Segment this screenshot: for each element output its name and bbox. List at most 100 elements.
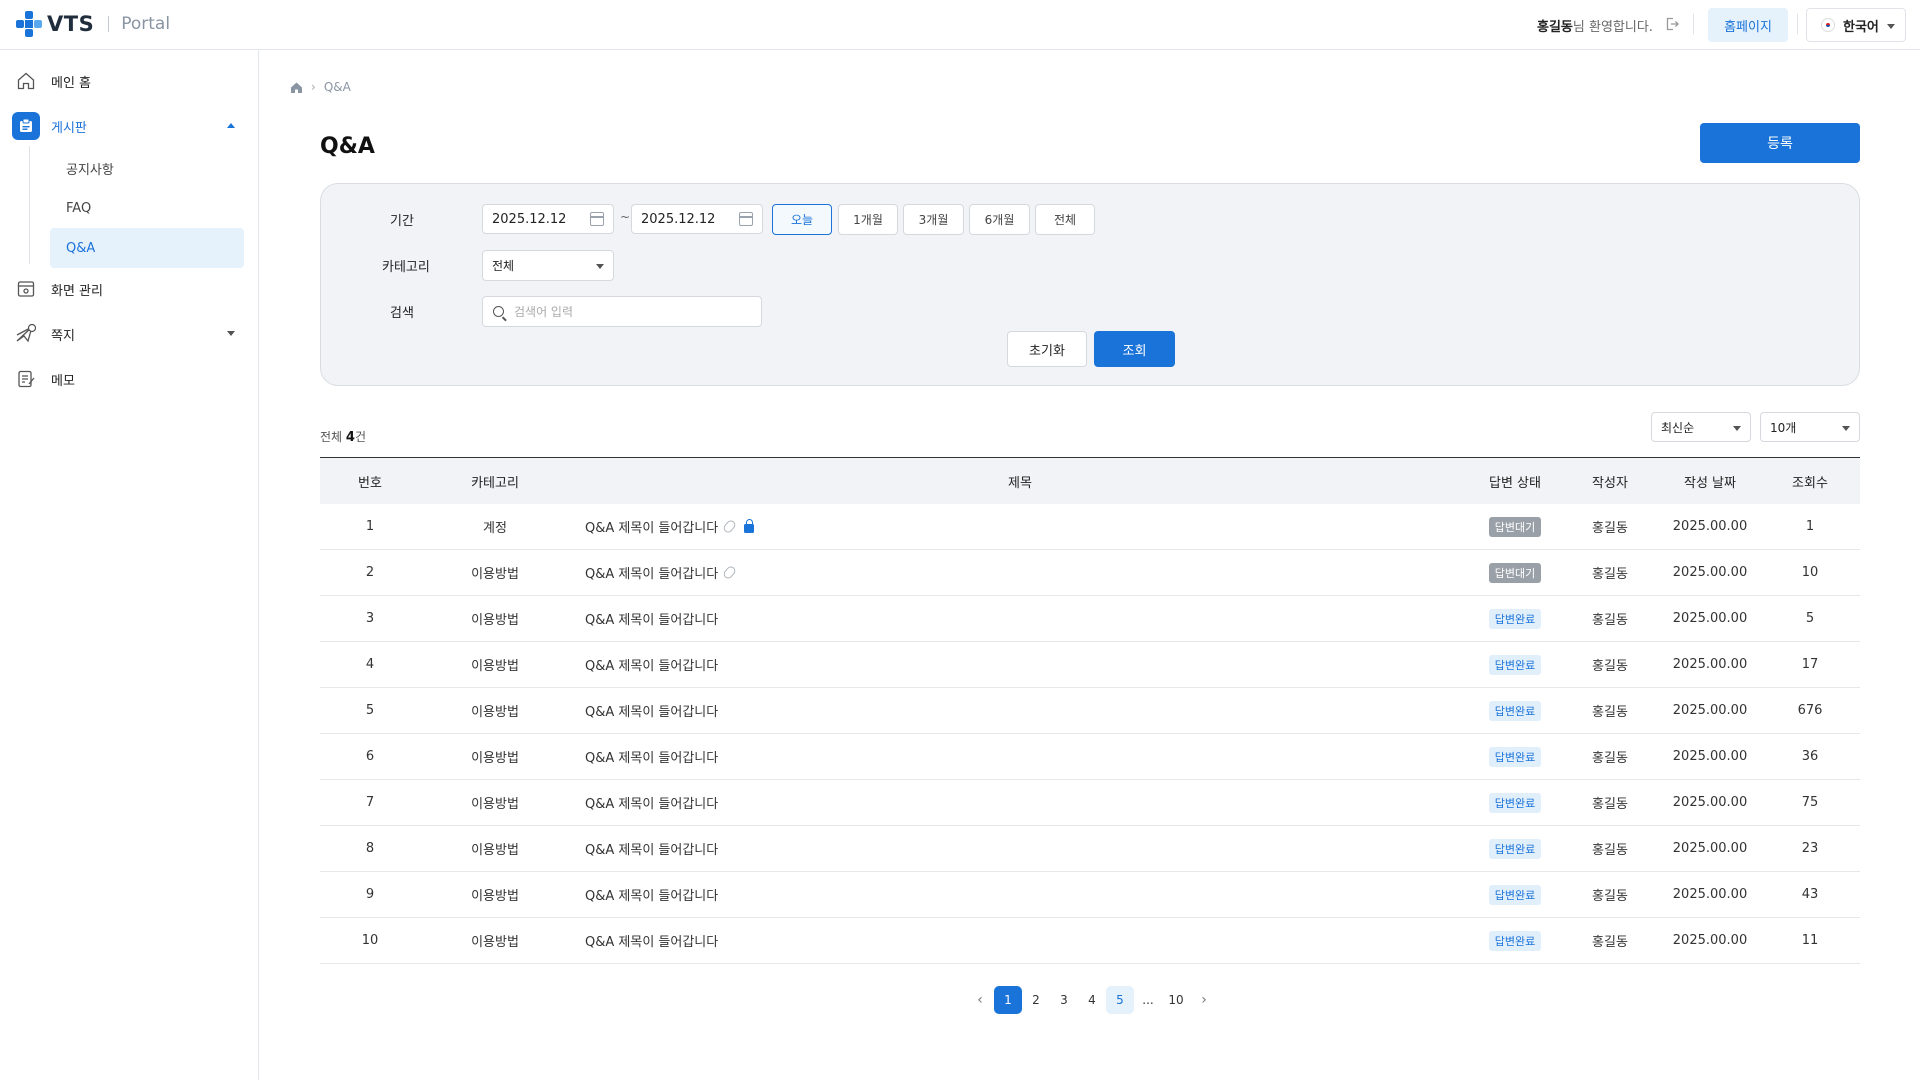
welcome-suffix: 님 환영합니다. [1572,20,1653,35]
query-button[interactable]: 조회 [1094,331,1175,367]
cell-title[interactable]: Q&A 제목이 들어갑니다 [570,609,1470,628]
period-today-button[interactable]: 오늘 [772,204,832,235]
sidebar-subitem-notice[interactable]: 공지사항 [50,148,244,188]
reset-button[interactable]: 초기화 [1007,331,1087,367]
page-number-button[interactable]: 5 [1106,986,1134,1014]
qna-table: 번호 카테고리 제목 답변 상태 작성자 작성 날짜 조회수 1 계정 Q&A 제목… [320,457,1860,964]
header-divider [1693,14,1694,34]
title-text[interactable]: Q&A 제목이 들어갑니다 [585,609,718,628]
chevron-down-icon[interactable] [227,331,235,336]
page-number-button[interactable]: 1 [994,986,1022,1014]
cell-views: 5 [1805,611,1815,626]
chevron-up-icon[interactable] [227,123,235,128]
table-body: 1 계정 Q&A 제목이 들어갑니다 답변대기 홍길동 2025.00.00 1 2 이용방법 Q… [320,504,1860,964]
table-row[interactable]: 6 이용방법 Q&A 제목이 들어갑니다 답변완료 홍길동 2025.00.00 36 [320,734,1860,780]
cell-writer: 홍길동 [1592,889,1628,904]
cell-category: 이용방법 [471,797,519,812]
prev-page-button[interactable]: ‹ [966,986,994,1014]
calendar-icon[interactable] [590,212,604,226]
homepage-button[interactable]: 홈페이지 [1708,8,1788,42]
logo-icon [16,11,42,37]
cell-writer: 홍길동 [1592,659,1628,674]
table-row[interactable]: 8 이용방법 Q&A 제목이 들어갑니다 답변완료 홍길동 2025.00.00 23 [320,826,1860,872]
language-select[interactable]: 한국어 [1806,8,1906,42]
table-row[interactable]: 3 이용방법 Q&A 제목이 들어갑니다 답변완료 홍길동 2025.00.00 5 [320,596,1860,642]
table-row[interactable]: 4 이용방법 Q&A 제목이 들어갑니다 답변완료 홍길동 2025.00.00 17 [320,642,1860,688]
status-badge: 답변완료 [1488,792,1542,813]
column-header-date: 작성 날짜 [1684,475,1736,491]
cell-title[interactable]: Q&A 제목이 들어갑니다 [570,517,1470,536]
table-row[interactable]: 10 이용방법 Q&A 제목이 들어갑니다 답변완료 홍길동 2025.00.00 11 [320,918,1860,964]
sidebar-subitem-faq[interactable]: FAQ [50,188,244,228]
date-to-input[interactable]: 2025.12.12 [631,204,763,234]
cell-views: 17 [1801,657,1819,672]
cell-views: 676 [1797,703,1823,718]
search-input[interactable]: 검색어 입력 [482,296,762,327]
sidebar-item-label: 메모 [51,373,75,389]
title-text[interactable]: Q&A 제목이 들어갑니다 [585,839,718,858]
attachment-icon [722,518,738,535]
page-number-button[interactable]: 3 [1050,986,1078,1014]
page-number-button[interactable]: 4 [1078,986,1106,1014]
table-row[interactable]: 9 이용방법 Q&A 제목이 들어갑니다 답변완료 홍길동 2025.00.00 43 [320,872,1860,918]
page-number-button[interactable]: 2 [1022,986,1050,1014]
title-text[interactable]: Q&A 제목이 들어갑니다 [585,563,718,582]
home-icon[interactable] [290,81,303,94]
cell-no: 8 [365,841,375,856]
cell-date: 2025.00.00 [1672,703,1748,718]
cell-title[interactable]: Q&A 제목이 들어갑니다 [570,701,1470,720]
title-text[interactable]: Q&A 제목이 들어갑니다 [585,701,718,720]
title-text[interactable]: Q&A 제목이 들어갑니다 [585,793,718,812]
sort-select[interactable]: 최신순 [1651,412,1751,442]
cell-title[interactable]: Q&A 제목이 들어갑니다 [570,747,1470,766]
logo[interactable]: VTS Portal [15,10,170,38]
category-select[interactable]: 전체 [482,250,614,281]
period-all-button[interactable]: 전체 [1035,204,1095,235]
cell-title[interactable]: Q&A 제목이 들어갑니다 [570,655,1470,674]
table-row[interactable]: 5 이용방법 Q&A 제목이 들어갑니다 답변완료 홍길동 2025.00.00 676 [320,688,1860,734]
period-6month-button[interactable]: 6개월 [969,204,1030,235]
cell-category: 이용방법 [471,613,519,628]
period-3month-button[interactable]: 3개월 [903,204,964,235]
calendar-icon[interactable] [739,212,753,226]
status-badge: 답변완료 [1488,746,1542,767]
cell-no: 3 [365,611,375,626]
table-row[interactable]: 7 이용방법 Q&A 제목이 들어갑니다 답변완료 홍길동 2025.00.00 75 [320,780,1860,826]
page-size-value: 10개 [1770,420,1797,435]
title-text[interactable]: Q&A 제목이 들어갑니다 [585,517,718,536]
sidebar-item-memo[interactable]: 메모 [15,363,245,395]
category-label: 카테고리 [382,260,430,275]
period-1month-button[interactable]: 1개월 [838,204,898,235]
cell-no: 7 [365,795,375,810]
cell-title[interactable]: Q&A 제목이 들어갑니다 [570,563,1470,582]
title-text[interactable]: Q&A 제목이 들어갑니다 [585,931,718,950]
title-text[interactable]: Q&A 제목이 들어갑니다 [585,885,718,904]
title-text[interactable]: Q&A 제목이 들어갑니다 [585,747,718,766]
cell-category: 이용방법 [471,843,519,858]
logout-icon[interactable] [1665,17,1679,31]
cell-title[interactable]: Q&A 제목이 들어갑니다 [570,931,1470,950]
cell-title[interactable]: Q&A 제목이 들어갑니다 [570,839,1470,858]
register-button[interactable]: 등록 [1700,123,1860,163]
sidebar-item-board[interactable]: 게시판 [12,110,245,142]
page-size-select[interactable]: 10개 [1760,412,1860,442]
cell-title[interactable]: Q&A 제목이 들어갑니다 [570,885,1470,904]
sidebar-item-screen-management[interactable]: 화면 관리 [15,273,245,305]
cell-title[interactable]: Q&A 제목이 들어갑니다 [570,793,1470,812]
title-text[interactable]: Q&A 제목이 들어갑니다 [585,655,718,674]
table-row[interactable]: 2 이용방법 Q&A 제목이 들어갑니다 답변대기 홍길동 2025.00.00 10 [320,550,1860,596]
sidebar-item-main-home[interactable]: 메인 홈 [15,65,245,97]
page-number-button[interactable]: 10 [1162,986,1190,1014]
table-row[interactable]: 1 계정 Q&A 제목이 들어갑니다 답변대기 홍길동 2025.00.00 1 [320,504,1860,550]
chevron-down-icon [1733,426,1741,431]
table-header: 번호 카테고리 제목 답변 상태 작성자 작성 날짜 조회수 [320,457,1860,504]
sidebar-item-message[interactable]: 쪽지 [15,318,245,350]
cell-views: 1 [1805,519,1815,534]
language-label: 한국어 [1843,19,1879,35]
date-from-input[interactable]: 2025.12.12 [482,204,614,234]
sidebar-subitem-qna[interactable]: Q&A [50,228,244,268]
sort-value: 최신순 [1661,420,1695,435]
total-count: 전체 4건 [320,428,366,445]
cell-status: 답변완료 [1470,746,1560,767]
next-page-button[interactable]: › [1190,986,1218,1014]
